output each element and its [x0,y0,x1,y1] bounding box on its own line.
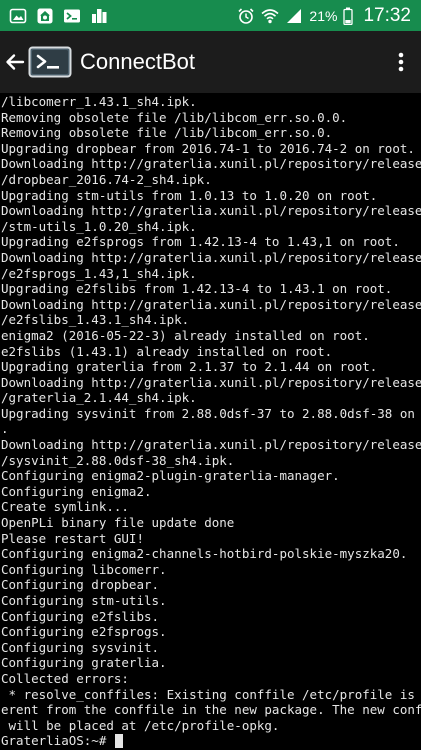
terminal-notification-icon [63,7,81,25]
terminal-line: Removing obsolete file /lib/libcom_err.s… [1,125,333,141]
terminal-line: /dropbear_2016.74-2_sh4.ipk. [1,171,212,187]
terminal-line: Upgrading e2fslibs from 1.42.13-4 to 1.4… [1,281,393,297]
terminal-line: Downloading http://graterlia.xunil.pl/re… [1,437,421,453]
terminal-prompt-icon [28,46,72,78]
terminal-line: /libcomerr_1.43.1_sh4.ipk. [1,94,197,109]
terminal-line: Configuring e2fsprogs. [1,624,167,640]
status-bar: 21% 17:32 [0,0,421,31]
terminal-line: erent from the conffile in the new packa… [1,702,421,718]
terminal-line: enigma2 (2016-05-22-3) already installed… [1,327,370,343]
terminal-line: /stm-utils_1.0.20_sh4.ipk. [1,218,197,234]
shell-prompt-line[interactable]: GraterliaOS:~# [0,733,421,749]
battery-percentage: 21% [309,7,338,24]
terminal-line: Downloading http://graterlia.xunil.pl/re… [1,156,421,172]
terminal-line: /e2fslibs_1.43.1_sh4.ipk. [1,312,190,328]
terminal-line: Configuring enigma2-channels-hotbird-pol… [1,546,408,562]
notification-icons [0,7,108,25]
terminal-line: /graterlia_2.1.44_sh4.ipk. [1,390,197,406]
terminal-line: /sysvinit_2.88.0dsf-38_sh4.ipk. [1,452,235,468]
battery-icon [343,7,354,25]
terminal-line: Downloading http://graterlia.xunil.pl/re… [1,296,421,312]
shell-prompt: GraterliaOS:~# [1,733,107,749]
alarm-clock-icon [237,7,255,25]
terminal-line: will be placed at /etc/profile-opkg. [1,717,280,733]
terminal-line: Removing obsolete file /lib/libcom_err.s… [1,109,348,125]
terminal-lines: /libcomerr_1.43.1_sh4.ipk. Removing obsol… [0,94,421,733]
terminal-line: Downloading http://graterlia.xunil.pl/re… [1,249,421,265]
back-arrow-icon[interactable] [3,31,27,93]
terminal-line: Configuring stm-utils. [1,593,167,608]
clock: 17:32 [363,4,411,26]
wifi-icon [261,7,279,25]
overflow-menu-icon[interactable] [381,31,421,93]
terminal-line: Configuring enigma2. [1,483,152,499]
terminal-line: * resolve_conffiles: Existing conffile /… [1,686,421,702]
terminal-line: Downloading http://graterlia.xunil.pl/re… [1,203,421,219]
terminal-line: Upgrading dropbear from 2016.74-1 to 201… [1,140,415,156]
text-cursor [114,734,123,749]
terminal-line: Configuring e2fslibs. [1,608,160,624]
terminal-line: Configuring graterlia. [1,655,167,671]
terminal-line: Please restart GUI! [1,530,144,546]
terminal-output[interactable]: /libcomerr_1.43.1_sh4.ipk. Removing obsol… [0,93,421,750]
terminal-line: . [1,421,9,437]
terminal-line: Configuring dropbear. [1,577,160,593]
terminal-line: Upgrading sysvinit from 2.88.0dsf-37 to … [1,405,421,421]
terminal-line: Configuring sysvinit. [1,639,160,655]
signal-strength-icon [285,7,303,25]
terminal-line: Upgrading graterlia from 2.1.37 to 2.1.4… [1,359,378,375]
terminal-line: Downloading http://graterlia.xunil.pl/re… [1,374,421,390]
city-building-icon [90,7,108,25]
system-status-icons: 21% 17:32 [237,5,421,27]
terminal-line: Collected errors: [1,670,129,686]
photo-gallery-icon [9,7,27,25]
terminal-line: OpenPLi binary file update done [1,515,235,531]
terminal-line: Configuring enigma2-plugin-graterlia-man… [1,468,340,484]
terminal-line: Configuring libcomerr. [1,561,167,577]
terminal-line: Create symlink... [1,499,129,515]
home-camera-icon [36,7,54,25]
terminal-line: /e2fsprogs_1.43,1_sh4.ipk. [1,265,197,281]
terminal-line: Upgrading e2fsprogs from 1.42.13-4 to 1.… [1,234,400,250]
app-title: ConnectBot [80,49,195,74]
app-bar: ConnectBot [0,31,421,93]
terminal-line: Upgrading stm-utils from 1.0.13 to 1.0.2… [1,187,378,203]
terminal-line: e2fslibs (1.43.1) already installed on r… [1,343,333,359]
